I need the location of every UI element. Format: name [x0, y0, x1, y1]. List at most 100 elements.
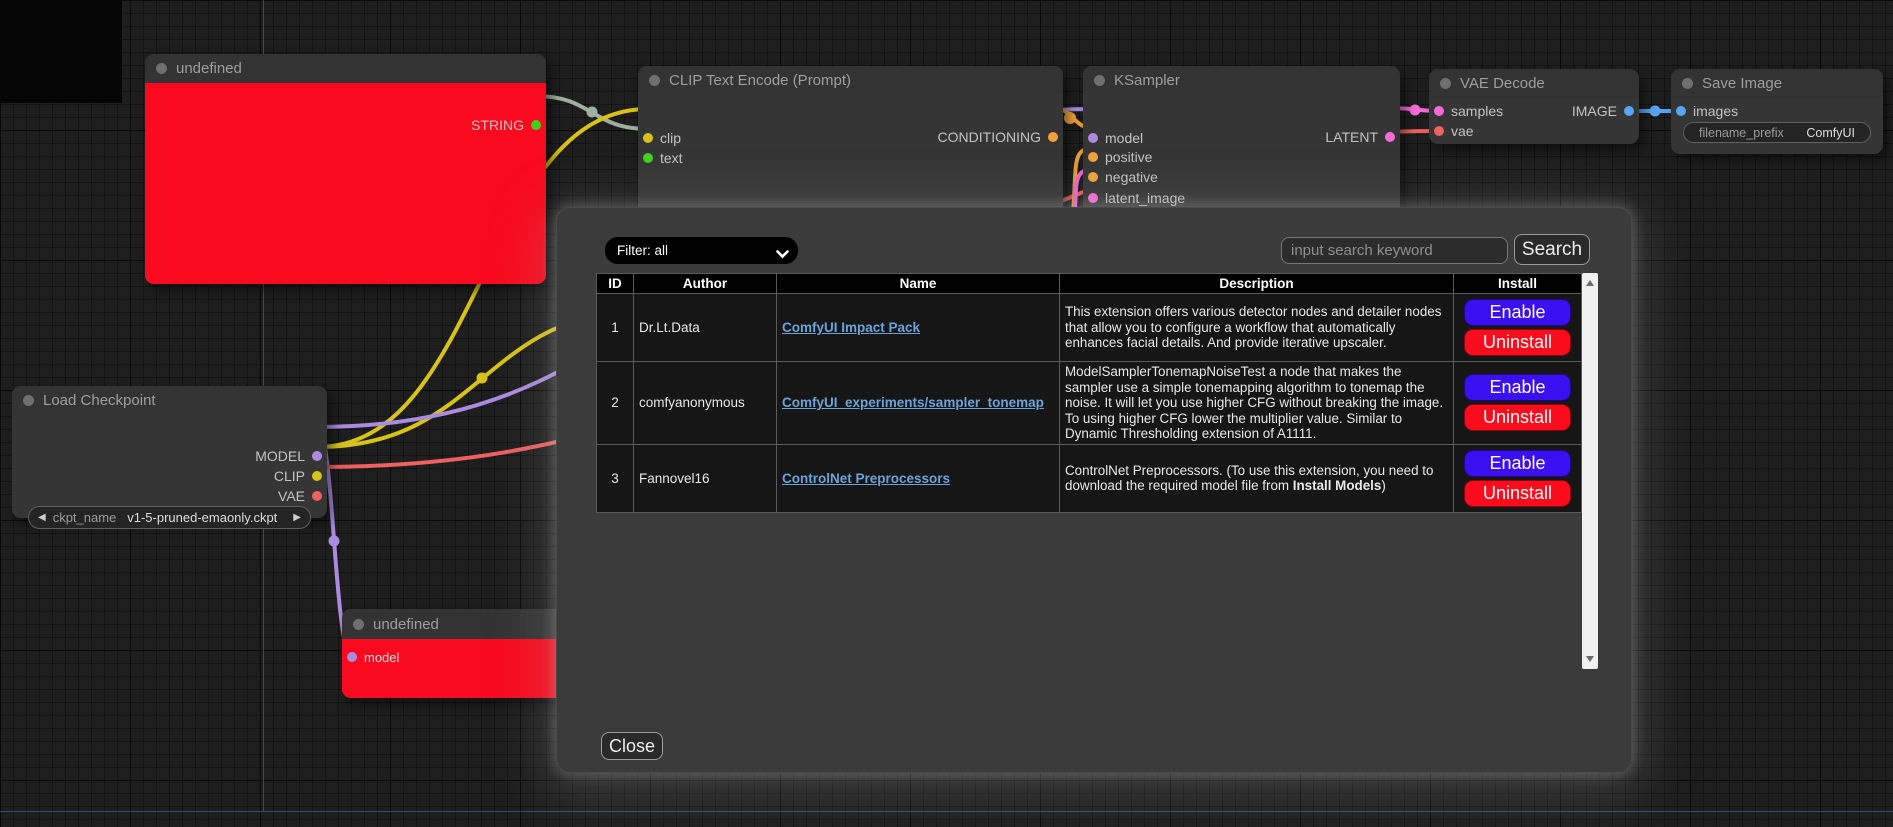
slot-dot[interactable]	[1676, 106, 1686, 116]
slot-dot[interactable]	[1048, 132, 1058, 142]
slot-dot[interactable]	[347, 652, 357, 662]
search-button[interactable]: Search	[1514, 234, 1590, 265]
error-node-body: STRING	[145, 83, 546, 284]
manager-dialog: Filter: all Search ID Author Name Descri…	[556, 207, 1632, 773]
node-ksampler[interactable]: KSampler model positive negative latent_…	[1083, 66, 1400, 216]
enable-button[interactable]: Enable	[1464, 299, 1571, 326]
input-slot-positive: positive	[1088, 148, 1152, 166]
slot-dot[interactable]	[1434, 126, 1444, 136]
collapse-dot-icon[interactable]	[1682, 78, 1693, 89]
node-title-bar: Save Image	[1671, 69, 1883, 98]
slot-dot[interactable]	[1088, 193, 1098, 203]
scrollbar[interactable]	[1582, 273, 1598, 669]
output-slot-vae: VAE	[278, 487, 322, 505]
enable-button[interactable]: Enable	[1464, 374, 1571, 401]
table-header-row: ID Author Name Description Install	[597, 274, 1582, 294]
cell-author: Dr.Lt.Data	[634, 294, 777, 362]
extension-link[interactable]: ControlNet Preprocessors	[782, 471, 950, 486]
link-dot	[329, 536, 340, 547]
input-slot-images: images	[1676, 102, 1738, 120]
input-slot-latent-image: latent_image	[1088, 189, 1185, 207]
close-button[interactable]: Close	[601, 732, 663, 760]
previous-arrow-icon[interactable]: ◀	[38, 513, 46, 523]
collapse-dot-icon[interactable]	[23, 395, 34, 406]
slot-label: samples	[1451, 103, 1503, 119]
node-title-bar: undefined	[342, 609, 582, 639]
slot-label: IMAGE	[1572, 103, 1617, 119]
collapse-dot-icon[interactable]	[353, 619, 364, 630]
cell-name: ComfyUI Impact Pack	[777, 294, 1060, 362]
node-title: CLIP Text Encode (Prompt)	[669, 72, 851, 89]
widget-value: ComfyUI	[1806, 126, 1855, 140]
output-slot-string: STRING	[471, 116, 541, 134]
slot-dot[interactable]	[1385, 132, 1395, 142]
link-dot	[587, 107, 598, 118]
next-arrow-icon[interactable]: ▶	[293, 513, 301, 523]
input-slot-samples: samples	[1434, 102, 1503, 120]
node-title: undefined	[176, 60, 242, 77]
node-clip-text-encode[interactable]: CLIP Text Encode (Prompt) clip text COND…	[638, 66, 1063, 226]
node-load-checkpoint[interactable]: Load Checkpoint MODEL CLIP VAE ◀ ckpt_na…	[12, 386, 327, 518]
filter-select[interactable]: Filter: all	[605, 237, 798, 264]
cell-description: This extension offers various detector n…	[1060, 294, 1454, 362]
node-title: VAE Decode	[1460, 75, 1545, 92]
slot-dot[interactable]	[1088, 172, 1098, 182]
node-save-image[interactable]: Save Image images filename_prefix ComfyU…	[1671, 69, 1883, 154]
extension-link[interactable]: ComfyUI Impact Pack	[782, 320, 920, 335]
link-dot	[477, 373, 488, 384]
input-slot-vae: vae	[1434, 122, 1474, 140]
widget-value: v1-5-pruned-emaonly.ckpt	[127, 510, 277, 525]
slot-dot[interactable]	[1088, 152, 1098, 162]
node-vae-decode[interactable]: VAE Decode samples vae IMAGE	[1429, 69, 1639, 144]
slot-dot[interactable]	[531, 120, 541, 130]
uninstall-button[interactable]: Uninstall	[1464, 480, 1571, 507]
slot-dot[interactable]	[1088, 133, 1098, 143]
collapse-dot-icon[interactable]	[156, 63, 167, 74]
extension-table-wrap: ID Author Name Description Install 1 Dr.…	[596, 273, 1598, 669]
enable-button[interactable]: Enable	[1464, 450, 1571, 477]
cell-name: ControlNet Preprocessors	[777, 444, 1060, 512]
extension-link[interactable]: ComfyUI_experiments/sampler_tonemap	[782, 395, 1044, 410]
comfyui-canvas[interactable]: undefined STRING CLIP Text Encode (Promp…	[0, 0, 1893, 827]
link-dot	[1410, 105, 1421, 116]
extension-row: 2 comfyanonymous ComfyUI_experiments/sam…	[597, 362, 1582, 445]
input-slot-text: text	[643, 149, 683, 167]
node-title-bar: undefined	[145, 54, 546, 83]
slot-dot[interactable]	[312, 471, 322, 481]
scroll-up-icon[interactable]	[1586, 280, 1594, 286]
collapse-dot-icon[interactable]	[1440, 78, 1451, 89]
cell-author: comfyanonymous	[634, 362, 777, 445]
slot-dot[interactable]	[1434, 106, 1444, 116]
node-title: Load Checkpoint	[43, 392, 156, 409]
filename-prefix-widget[interactable]: filename_prefix ComfyUI	[1683, 122, 1871, 143]
collapse-dot-icon[interactable]	[1094, 75, 1105, 86]
node-title: KSampler	[1114, 72, 1180, 89]
search-input[interactable]	[1281, 237, 1508, 264]
slot-dot[interactable]	[1624, 106, 1634, 116]
widget-label: ckpt_name	[53, 510, 117, 525]
slot-label: STRING	[471, 117, 524, 133]
slot-label: negative	[1105, 169, 1158, 185]
slot-label: clip	[660, 130, 681, 146]
collapse-dot-icon[interactable]	[649, 75, 660, 86]
node-undefined-bottom[interactable]: undefined model	[342, 609, 582, 698]
slot-label: vae	[1451, 123, 1474, 139]
slot-dot[interactable]	[312, 491, 322, 501]
scroll-down-icon[interactable]	[1586, 656, 1594, 662]
extension-row: 3 Fannovel16 ControlNet Preprocessors Co…	[597, 444, 1582, 512]
output-slot-conditioning: CONDITIONING	[938, 128, 1058, 146]
ckpt-name-widget[interactable]: ◀ ckpt_name v1-5-pruned-emaonly.ckpt ▶	[28, 506, 311, 529]
cell-name: ComfyUI_experiments/sampler_tonemap	[777, 362, 1060, 445]
cell-id: 3	[597, 444, 634, 512]
uninstall-button[interactable]: Uninstall	[1464, 404, 1571, 431]
header-id: ID	[597, 274, 634, 294]
slot-dot[interactable]	[312, 451, 322, 461]
node-title-bar: VAE Decode	[1429, 69, 1639, 98]
node-title-bar: Load Checkpoint	[12, 386, 327, 415]
node-title-bar: KSampler	[1083, 66, 1400, 95]
slot-dot[interactable]	[643, 133, 653, 143]
node-title-bar: CLIP Text Encode (Prompt)	[638, 66, 1063, 95]
uninstall-button[interactable]: Uninstall	[1464, 329, 1571, 356]
node-undefined-top[interactable]: undefined STRING	[145, 54, 546, 284]
slot-dot[interactable]	[643, 153, 653, 163]
